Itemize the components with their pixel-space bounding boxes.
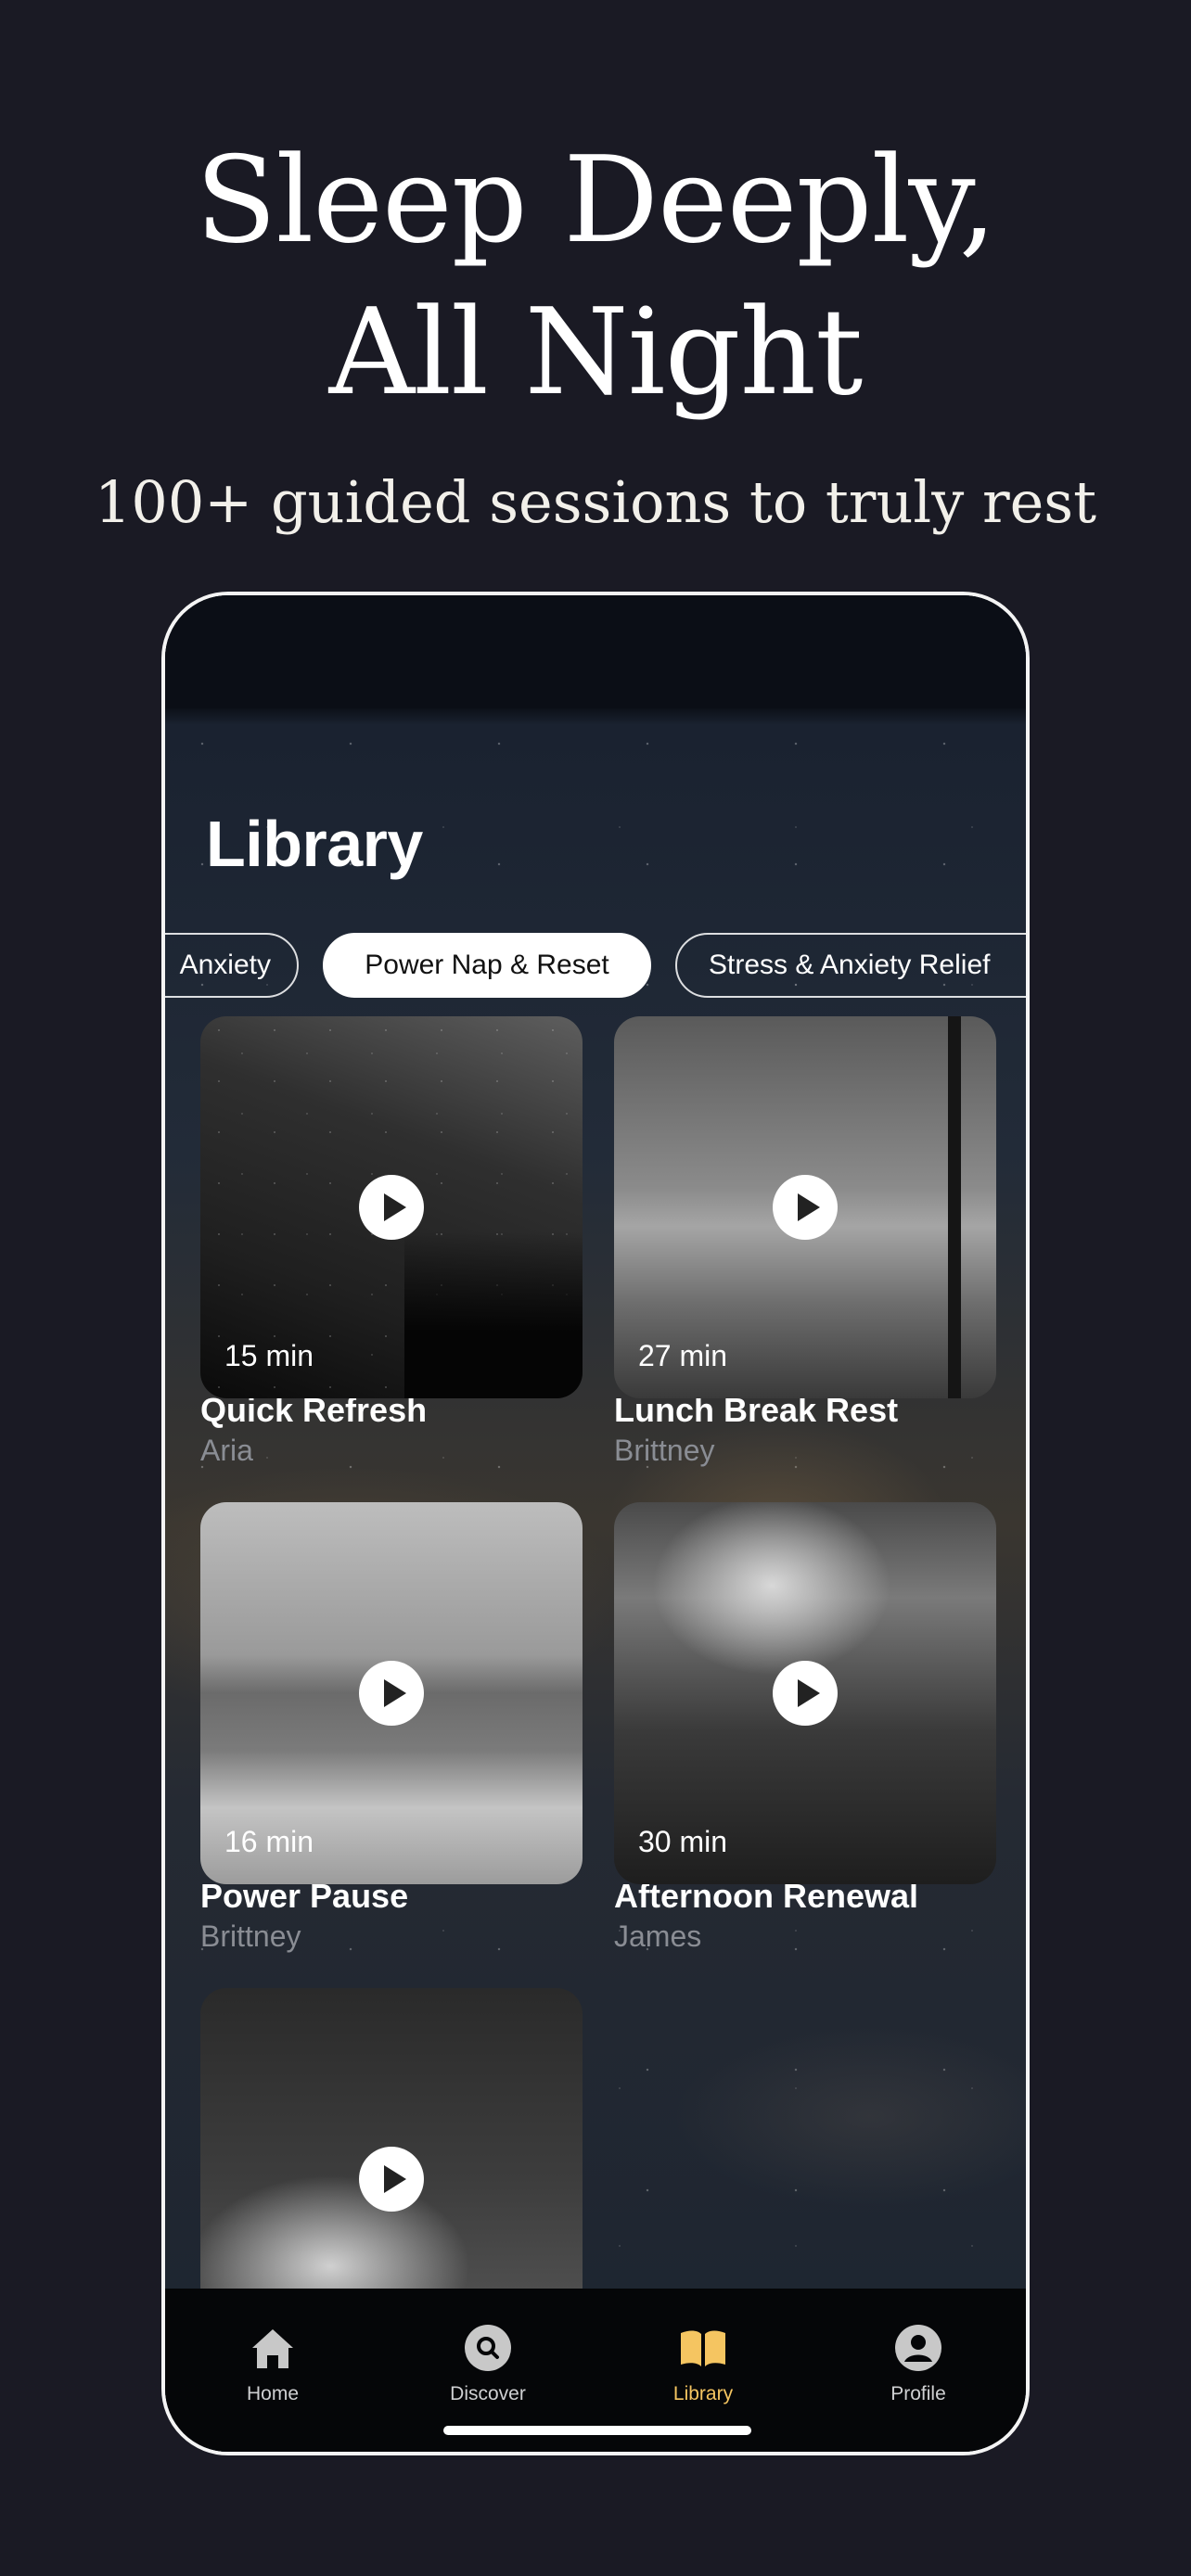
tab-discover[interactable]: Discover — [414, 2322, 562, 2405]
session-duration: 27 min — [638, 1339, 728, 1372]
hero-subheadline: 100+ guided sessions to truly rest — [94, 468, 1097, 536]
tab-library[interactable]: Library — [629, 2322, 777, 2405]
status-bar — [165, 595, 1026, 708]
home-indicator[interactable] — [443, 2426, 751, 2435]
session-card[interactable]: 16 min Power Pause Brittney — [200, 1502, 583, 1955]
home-icon — [247, 2322, 299, 2374]
play-icon[interactable] — [359, 1175, 424, 1240]
tab-label: Discover — [450, 2383, 526, 2404]
session-thumbnail: 27 min — [614, 1016, 996, 1398]
play-icon[interactable] — [359, 1661, 424, 1726]
play-icon[interactable] — [773, 1661, 838, 1726]
chip-anxiety[interactable]: Anxiety — [165, 933, 299, 998]
session-duration: 30 min — [638, 1825, 728, 1858]
session-duration: 16 min — [224, 1825, 314, 1858]
session-duration: 15 min — [224, 1339, 314, 1372]
category-chips: Anxiety Power Nap & Reset Stress & Anxie… — [165, 933, 1026, 1001]
session-author: Brittney — [614, 1434, 715, 1467]
tab-label: Library — [672, 2383, 734, 2404]
headline-line-2: All Night — [328, 284, 864, 422]
session-author: Aria — [200, 1434, 253, 1467]
page-title: Library — [206, 808, 423, 880]
session-thumbnail: 30 min — [614, 1502, 996, 1884]
session-author: Brittney — [200, 1919, 301, 1953]
session-thumbnail: 15 min — [200, 1016, 583, 1398]
tab-label: Home — [246, 2383, 300, 2404]
book-icon — [677, 2322, 729, 2374]
headline-line-1: Sleep Deeply, — [195, 132, 997, 270]
phone-mockup: Library Anxiety Power Nap & Reset Stress… — [161, 592, 1030, 2455]
tab-home[interactable]: Home — [198, 2322, 347, 2405]
session-card[interactable]: 27 min Lunch Break Rest Brittney — [614, 1016, 996, 1469]
tab-label: Profile — [890, 2383, 946, 2404]
session-author: James — [614, 1919, 702, 1953]
profile-icon — [892, 2322, 944, 2374]
play-icon[interactable] — [359, 2147, 424, 2212]
tree-trunk — [948, 1016, 961, 1398]
pine-trees-silhouette — [404, 1231, 583, 1398]
session-thumbnail: 16 min — [200, 1502, 583, 1884]
hero-headline: Sleep Deeply, All Night — [0, 125, 1191, 429]
search-icon — [462, 2322, 514, 2374]
play-icon[interactable] — [773, 1175, 838, 1240]
chip-power-nap-reset[interactable]: Power Nap & Reset — [323, 933, 651, 998]
session-card[interactable]: 30 min Afternoon Renewal James — [614, 1502, 996, 1955]
tab-profile[interactable]: Profile — [844, 2322, 992, 2405]
chip-stress-anxiety-relief[interactable]: Stress & Anxiety Relief — [675, 933, 1026, 998]
session-card[interactable]: 15 min Quick Refresh Aria — [200, 1016, 583, 1469]
